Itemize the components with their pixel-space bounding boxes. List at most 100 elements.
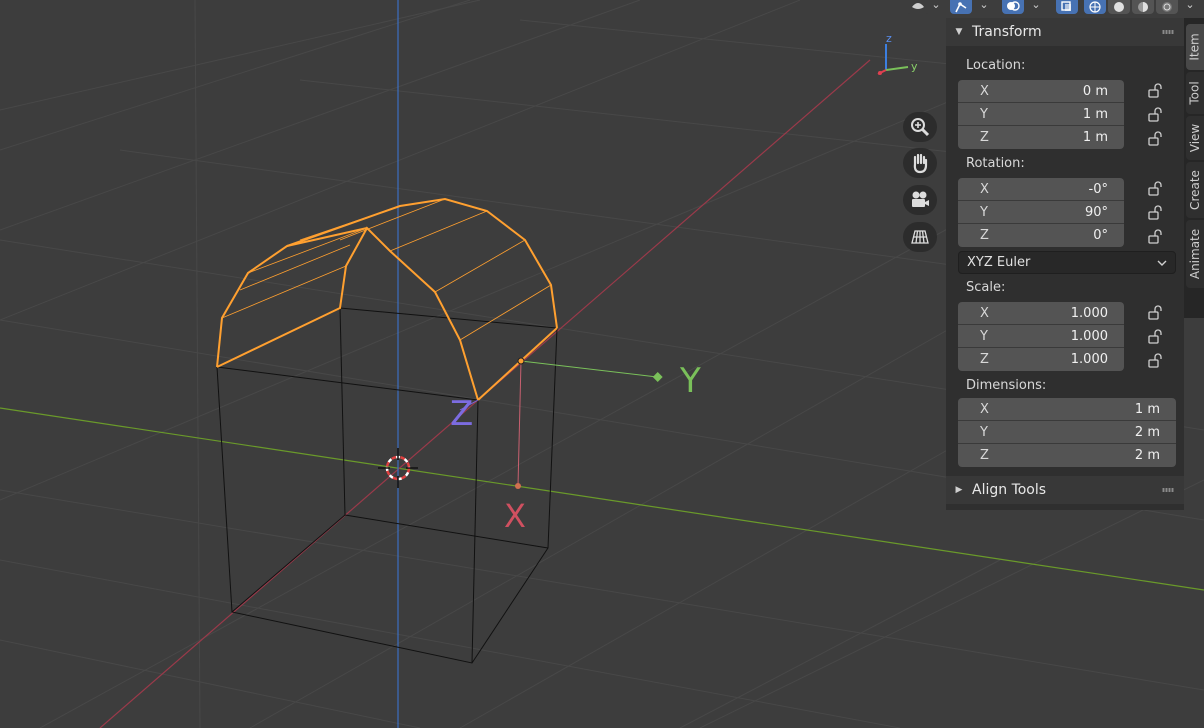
chevron-down-icon (1157, 260, 1167, 266)
object-z-label: Z (450, 394, 473, 434)
rotation-mode-value: XYZ Euler (967, 255, 1031, 270)
lock-scale-y-icon[interactable] (1146, 328, 1164, 346)
collapse-triangle-icon: ▼ (955, 27, 963, 37)
field-value: 0 m (1082, 83, 1108, 99)
field-label: Y (980, 204, 988, 220)
field-label: Z (980, 130, 989, 145)
tab-label: Tool (1188, 81, 1202, 105)
object-x-handle[interactable] (515, 483, 521, 489)
lock-rotation-z-icon[interactable] (1146, 228, 1164, 246)
solid-shading-icon[interactable] (1108, 0, 1130, 14)
transform-panel-header[interactable]: ▼ Transform (946, 18, 1184, 46)
scale-fields: X 1.000 Y 1.000 Z 1.000 (958, 302, 1124, 371)
scale-label: Scale: (966, 280, 1006, 295)
object-x-label: X (504, 497, 526, 535)
dimensions-z-field[interactable]: Z 2 m (958, 444, 1176, 467)
perspective-grid-icon[interactable] (903, 222, 937, 252)
lock-scale-x-icon[interactable] (1146, 304, 1164, 322)
lock-location-y-icon[interactable] (1146, 106, 1164, 124)
object-y-handle[interactable] (652, 372, 663, 382)
dimensions-label: Dimensions: (966, 378, 1047, 393)
object-y-label: Y (679, 361, 701, 401)
tab-label: Create (1188, 170, 1202, 210)
tab-label: Item (1188, 33, 1203, 61)
field-value: 1 m (1082, 106, 1108, 122)
object-y-axis (520, 360, 658, 378)
pivot-icon[interactable] (950, 0, 972, 14)
object-x-axis (517, 360, 522, 487)
pan-hand-icon[interactable] (903, 148, 937, 178)
drag-grip-icon[interactable] (1162, 30, 1174, 34)
field-label: Y (980, 106, 988, 122)
field-value: 90° (1084, 204, 1108, 220)
lock-location-z-icon[interactable] (1146, 130, 1164, 148)
lock-location-x-icon[interactable] (1146, 82, 1164, 100)
scale-y-field[interactable]: Y 1.000 (958, 325, 1124, 348)
tab-item[interactable]: Item (1186, 24, 1204, 70)
expand-triangle-icon: ▶ (955, 485, 963, 495)
field-label: X (980, 181, 989, 197)
wireframe-shading-icon[interactable] (1084, 0, 1106, 14)
overlay-icon[interactable] (1002, 0, 1024, 14)
material-shading-icon[interactable] (1132, 0, 1154, 14)
tab-view[interactable]: View (1186, 116, 1204, 160)
lock-rotation-x-icon[interactable] (1146, 180, 1164, 198)
tab-label: View (1188, 123, 1203, 153)
editor-type-icon[interactable] (906, 0, 930, 14)
lock-scale-z-icon[interactable] (1146, 352, 1164, 370)
field-value: 1.000 (1070, 352, 1108, 367)
field-value: 2 m (1134, 448, 1160, 463)
rendered-shading-icon[interactable] (1156, 0, 1178, 14)
orientation-gizmo[interactable]: z y (877, 32, 918, 75)
field-label: X (980, 83, 989, 99)
field-label: Y (980, 328, 988, 344)
rotation-fields: X -0° Y 90° Z 0° (958, 178, 1124, 247)
scale-z-field[interactable]: Z 1.000 (958, 348, 1124, 371)
sidebar-panel: ▼ Transform Location: X 0 m Y 1 m Z 1 m Rot… (946, 18, 1184, 510)
field-label: Z (980, 352, 989, 367)
rotation-x-field[interactable]: X -0° (958, 178, 1124, 201)
sidebar-tabs: Item Tool View Create Animate (1184, 18, 1204, 318)
object-origin-dot (517, 357, 525, 365)
location-label: Location: (966, 58, 1026, 73)
dimensions-fields: X 1 m Y 2 m Z 2 m (958, 398, 1176, 467)
zoom-icon[interactable] (903, 112, 937, 142)
editor-type-dropdown-icon[interactable]: ⌄ (930, 0, 942, 13)
field-label: X (980, 401, 989, 417)
location-z-field[interactable]: Z 1 m (958, 126, 1124, 149)
field-label: Z (980, 228, 989, 243)
align-tools-title: Align Tools (972, 482, 1047, 498)
selected-arch-mesh[interactable] (216, 197, 558, 401)
field-value: -0° (1088, 181, 1108, 197)
camera-icon[interactable] (903, 185, 937, 215)
field-label: X (980, 305, 989, 321)
dimensions-x-field[interactable]: X 1 m (958, 398, 1176, 421)
field-label: Z (980, 448, 989, 463)
tab-label: Animate (1188, 228, 1202, 280)
field-label: Y (980, 424, 988, 440)
gizmo-z-label: z (886, 32, 892, 45)
dimensions-y-field[interactable]: Y 2 m (958, 421, 1176, 444)
transform-title: Transform (972, 24, 1042, 40)
field-value: 1 m (1134, 401, 1160, 417)
scale-x-field[interactable]: X 1.000 (958, 302, 1124, 325)
gizmo-y-label: y (911, 60, 918, 73)
rotation-y-field[interactable]: Y 90° (958, 201, 1124, 224)
rotation-label: Rotation: (966, 156, 1025, 171)
tab-create[interactable]: Create (1186, 162, 1204, 218)
rotation-mode-select[interactable]: XYZ Euler (958, 251, 1176, 274)
field-value: 0° (1093, 228, 1108, 243)
field-value: 2 m (1134, 424, 1160, 440)
pivot-dropdown-icon[interactable]: ⌄ (978, 0, 990, 13)
rotation-z-field[interactable]: Z 0° (958, 224, 1124, 247)
align-tools-panel-header[interactable]: ▶ Align Tools (946, 476, 1184, 504)
overlay-dropdown-icon[interactable]: ⌄ (1030, 0, 1042, 13)
tab-tool[interactable]: Tool (1186, 72, 1204, 114)
lock-rotation-y-icon[interactable] (1146, 204, 1164, 222)
shading-dropdown-icon[interactable]: ⌄ (1184, 0, 1196, 13)
location-x-field[interactable]: X 0 m (958, 80, 1124, 103)
drag-grip-icon[interactable] (1162, 488, 1174, 492)
location-y-field[interactable]: Y 1 m (958, 103, 1124, 126)
tab-animate[interactable]: Animate (1186, 220, 1204, 288)
xray-icon[interactable] (1056, 0, 1078, 14)
